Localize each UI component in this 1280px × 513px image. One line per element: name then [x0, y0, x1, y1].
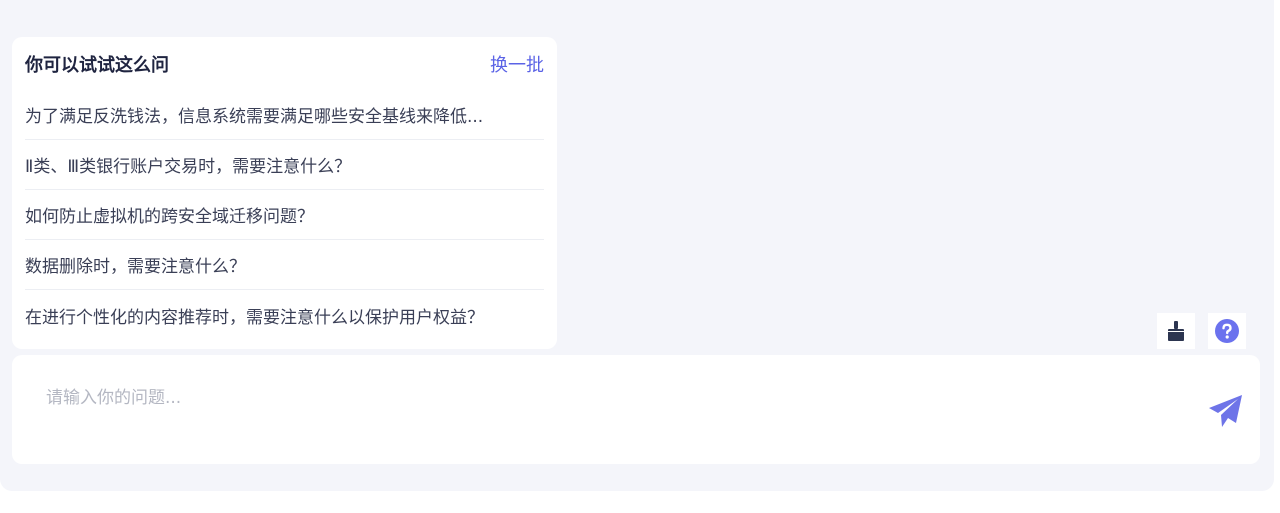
help-button[interactable]: [1208, 313, 1246, 349]
suggestion-card: 你可以试试这么问 换一批 为了满足反洗钱法，信息系统需要满足哪些安全基线来降低.…: [12, 37, 557, 349]
suggestion-item[interactable]: 数据删除时，需要注意什么？: [25, 240, 544, 290]
suggestion-header: 你可以试试这么问 换一批: [25, 37, 544, 90]
suggestion-item-text: Ⅱ类、Ⅲ类银行账户交易时，需要注意什么？: [25, 157, 352, 177]
suggestion-item-text: 为了满足反洗钱法，信息系统需要满足哪些安全基线来降低...: [25, 107, 484, 127]
refresh-suggestions-link[interactable]: 换一批: [490, 51, 544, 77]
send-icon: [1209, 395, 1242, 427]
suggestion-item[interactable]: Ⅱ类、Ⅲ类银行账户交易时，需要注意什么？: [25, 140, 544, 190]
chat-panel: 你可以试试这么问 换一批 为了满足反洗钱法，信息系统需要满足哪些安全基线来降低.…: [0, 0, 1274, 491]
message-input[interactable]: [46, 383, 1166, 443]
message-composer: [12, 355, 1260, 464]
clear-chat-button[interactable]: [1157, 313, 1195, 349]
suggestion-item-text: 数据删除时，需要注意什么？: [25, 257, 246, 277]
help-icon: [1215, 319, 1239, 343]
suggestion-item[interactable]: 在进行个性化的内容推荐时，需要注意什么以保护用户权益？: [25, 290, 544, 340]
suggestion-item-text: 如何防止虚拟机的跨安全域迁移问题？: [25, 207, 314, 227]
broom-icon: [1168, 321, 1184, 341]
suggestion-item[interactable]: 如何防止虚拟机的跨安全域迁移问题？: [25, 190, 544, 240]
send-button[interactable]: [1207, 392, 1245, 430]
suggestion-item[interactable]: 为了满足反洗钱法，信息系统需要满足哪些安全基线来降低...: [25, 90, 544, 140]
suggestion-title: 你可以试试这么问: [25, 54, 169, 76]
suggestion-item-text: 在进行个性化的内容推荐时，需要注意什么以保护用户权益？: [25, 307, 484, 328]
